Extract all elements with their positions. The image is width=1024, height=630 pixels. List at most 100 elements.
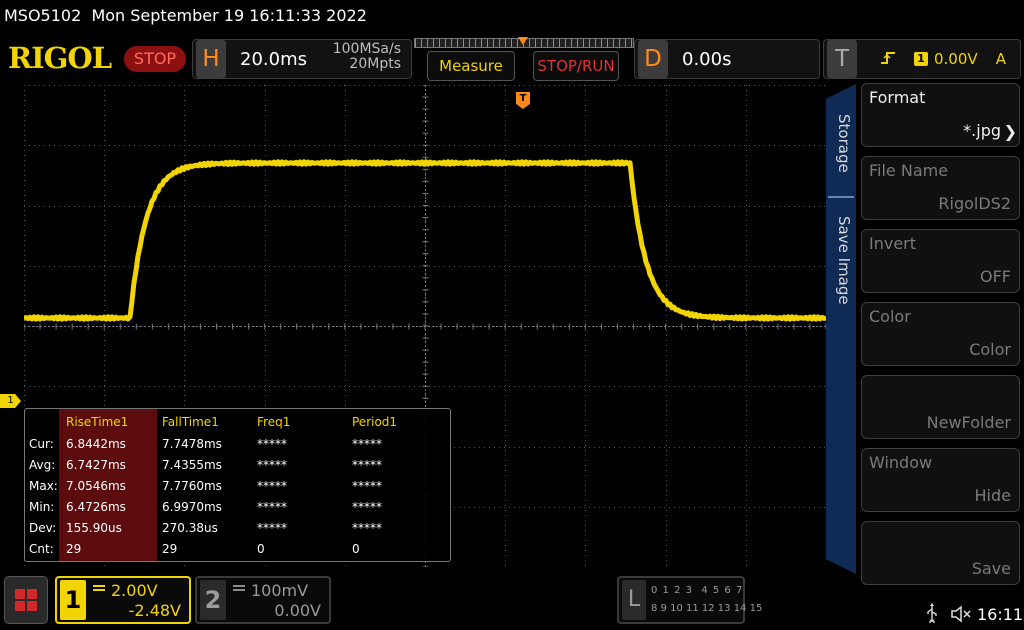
title-bar: MSO5102 Mon September 19 16:11:33 2022 <box>0 0 1024 34</box>
cell: ***** <box>257 479 287 493</box>
tab-storage[interactable]: Storage <box>829 114 853 173</box>
trigger-panel[interactable]: T 1 0.00V A <box>823 39 1021 79</box>
menu-item-new-folder[interactable]: NewFolder <box>861 375 1020 439</box>
trigger-label: T <box>827 40 857 78</box>
dc-coupling-icon <box>233 585 245 591</box>
run-status-badge[interactable]: STOP <box>124 46 186 72</box>
horizontal-label: H <box>196 40 226 78</box>
menu-item-value: RigolDS2 <box>938 194 1011 213</box>
cell: 7.0546ms <box>66 479 126 493</box>
tab-divider <box>828 196 854 198</box>
trigger-source: 1 <box>914 52 928 66</box>
menu-item-value: Save <box>971 559 1011 578</box>
menu-item-caption: Window <box>869 453 933 472</box>
cell: 7.7760ms <box>162 479 222 493</box>
logic-analyzer-settings[interactable]: L 0 1 2 3 4 5 6 7 8 9 10 11 12 13 14 15 <box>617 576 762 624</box>
header-period: Period1 <box>352 415 398 429</box>
ch2-settings[interactable]: 2 100mV 0.00V <box>195 576 331 624</box>
memory-position-bar[interactable] <box>414 37 634 48</box>
ch1-scale: 2.00V <box>111 581 158 600</box>
cell: 6.9970ms <box>162 500 222 514</box>
menu-item-caption: Color <box>869 307 911 326</box>
row-label-avg: Avg: <box>29 458 56 472</box>
home-grid-icon <box>27 601 37 611</box>
logic-channels-row1: 0 1 2 3 4 5 6 7 <box>651 585 744 596</box>
memory-depth: 20Mpts <box>349 56 401 72</box>
device-info: MSO5102 Mon September 19 16:11:33 2022 <box>4 6 367 25</box>
menu-item-caption: Invert <box>869 234 917 253</box>
speaker-muted-icon <box>951 605 971 623</box>
ch2-offset: 0.00V <box>274 601 321 620</box>
cell: 29 <box>162 542 178 556</box>
usb-icon <box>927 603 937 623</box>
menu-item-value: *.jpg <box>963 121 1001 140</box>
menu-item-invert[interactable]: Invert OFF <box>861 229 1020 293</box>
cell: 155.90us <box>66 521 122 535</box>
logic-channels-row2: 8 9 10 11 12 13 14 15 <box>651 603 763 614</box>
menu-item-format[interactable]: Format *.jpg ❯ <box>861 83 1020 147</box>
stop-run-button[interactable]: STOP/RUN <box>533 51 619 81</box>
horizontal-panel[interactable]: H 20.0ms 100MSa/s 20Mpts <box>192 39 412 79</box>
menu-tab-strip: Storage Save Image <box>826 84 856 574</box>
acquisition-info: 100MSa/s 20Mpts <box>333 42 401 72</box>
rising-edge-icon <box>880 50 896 70</box>
menu-item-value: NewFolder <box>926 413 1011 432</box>
cell: ***** <box>257 437 287 451</box>
menu-item-caption: Format <box>869 88 926 107</box>
cell: ***** <box>352 521 382 535</box>
cell: 0 <box>257 542 265 556</box>
trigger-position-icon <box>518 37 528 45</box>
menu-item-save[interactable]: Save <box>861 521 1020 585</box>
cell: ***** <box>257 458 287 472</box>
row-label-dev: Dev: <box>29 521 57 535</box>
cell: ***** <box>257 500 287 514</box>
cell: ***** <box>352 479 382 493</box>
ch1-ground-marker[interactable]: 1 <box>0 394 21 408</box>
rigol-logo: RIGOL <box>8 41 112 75</box>
cell: ***** <box>257 521 287 535</box>
logic-label: L <box>622 580 646 620</box>
menu-item-window[interactable]: Window Hide <box>861 448 1020 512</box>
cell: ***** <box>352 500 382 514</box>
cell: 0 <box>352 542 360 556</box>
cell: 6.7427ms <box>66 458 126 472</box>
menu-item-file-name[interactable]: File Name RigolDS2 <box>861 156 1020 220</box>
cell: 7.4355ms <box>162 458 222 472</box>
home-grid-icon <box>27 589 37 599</box>
cell: 29 <box>66 542 82 556</box>
clock: 16:11 <box>977 605 1024 624</box>
cell: 6.8442ms <box>66 437 126 451</box>
delay-value: 0.00s <box>682 49 732 70</box>
ch2-scale: 100mV <box>251 581 309 600</box>
measure-button[interactable]: Measure <box>427 51 515 81</box>
delay-label: D <box>638 40 668 78</box>
cell: ***** <box>352 437 382 451</box>
cell: 7.7478ms <box>162 437 222 451</box>
row-label-cur: Cur: <box>29 437 54 451</box>
tab-save-image[interactable]: Save Image <box>829 216 853 305</box>
trigger-mode: A <box>995 50 1006 68</box>
cell: 6.4726ms <box>66 500 126 514</box>
header-risetime: RiseTime1 <box>66 415 129 429</box>
sample-rate: 100MSa/s <box>332 41 401 57</box>
home-grid-icon <box>15 589 25 599</box>
row-label-cnt: Cnt: <box>29 542 54 556</box>
dc-coupling-icon <box>93 585 105 591</box>
ch1-settings[interactable]: 1 2.00V -2.48V <box>55 576 191 624</box>
measurement-table: RiseTime1 FallTime1 Freq1 Period1 Cur: 6… <box>24 408 451 562</box>
delay-panel[interactable]: D 0.00s <box>634 39 820 79</box>
menu-item-color[interactable]: Color Color <box>861 302 1020 366</box>
trigger-level: 0.00V <box>934 50 978 68</box>
home-grid-icon <box>15 601 25 611</box>
ch2-number: 2 <box>200 580 226 620</box>
chevron-right-icon: ❯ <box>1003 122 1017 141</box>
menu-item-caption: File Name <box>869 161 949 180</box>
home-button[interactable] <box>4 576 48 624</box>
ch1-offset: -2.48V <box>128 601 181 620</box>
header-freq: Freq1 <box>257 415 291 429</box>
timebase-scale: 20.0ms <box>240 49 307 70</box>
ch1-number: 1 <box>60 580 86 620</box>
row-label-min: Min: <box>29 500 55 514</box>
menu-item-value: Hide <box>974 486 1011 505</box>
menu-item-value: OFF <box>980 267 1011 286</box>
